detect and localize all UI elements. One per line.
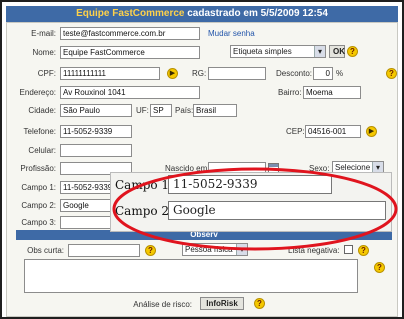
state-field[interactable]: SP: [150, 104, 172, 117]
discount-label: Desconto:: [276, 69, 313, 78]
observations-textarea[interactable]: [24, 259, 358, 293]
page-title: Equipe FastCommerce cadastrado em 5/5/20…: [6, 6, 398, 22]
zip-field[interactable]: 04516-001: [305, 125, 361, 138]
custom-field-2-label: Campo 2:: [21, 201, 56, 210]
phone-label: Telefone:: [23, 127, 56, 136]
city-label: Cidade:: [28, 106, 56, 115]
phone-field[interactable]: 11-5052-9339: [60, 125, 132, 138]
rg-field[interactable]: [208, 67, 266, 80]
help-icon[interactable]: ?: [374, 262, 385, 273]
cpf-label: CPF:: [37, 69, 56, 78]
title-company: Equipe FastCommerce: [76, 8, 185, 19]
custom-field-1-label: Campo 1:: [21, 183, 56, 192]
inforisk-button[interactable]: InfoRisk: [200, 297, 244, 310]
discount-field[interactable]: 0: [313, 67, 333, 80]
country-field[interactable]: Brasil: [193, 104, 237, 117]
profession-label: Profissão:: [20, 164, 56, 173]
name-field[interactable]: Equipe FastCommerce: [60, 46, 200, 59]
arrow-right-icon[interactable]: ▶: [167, 68, 178, 79]
help-icon[interactable]: ?: [254, 298, 265, 309]
help-icon[interactable]: ?: [347, 46, 358, 57]
address-field[interactable]: Av Rouxinol 1041: [60, 86, 200, 99]
title-middle: cadastrado em: [184, 8, 261, 19]
arrow-right-icon[interactable]: ▶: [366, 126, 377, 137]
district-label: Bairro:: [278, 88, 302, 97]
email-field[interactable]: teste@fastcommerce.com.br: [60, 27, 200, 40]
window-frame: Equipe FastCommerce cadastrado em 5/5/20…: [0, 0, 404, 319]
district-field[interactable]: Moema: [303, 86, 361, 99]
risk-analysis-label: Análise de risco:: [133, 300, 192, 309]
short-note-label: Obs curta:: [27, 246, 64, 255]
address-label: Endereço:: [19, 88, 56, 97]
state-label: UF:: [136, 106, 149, 115]
help-icon[interactable]: ?: [386, 68, 397, 79]
title-date: 5/5/2009 12:54: [260, 8, 328, 19]
cpf-field[interactable]: 11111111111: [60, 67, 160, 80]
rg-label: RG:: [192, 69, 207, 78]
mobile-label: Celular:: [28, 146, 56, 155]
country-label: País:: [175, 106, 194, 115]
custom-field-3-label: Campo 3:: [21, 218, 56, 227]
discount-unit: %: [336, 69, 344, 78]
label-type-select[interactable]: Etiqueta simples: [230, 45, 326, 58]
change-password-link[interactable]: Mudar senha: [208, 29, 255, 38]
name-label: Nome:: [32, 48, 56, 57]
email-label: E-mail:: [31, 29, 56, 38]
zip-label: CEP:: [286, 127, 305, 136]
ok-button[interactable]: OK: [329, 45, 345, 58]
mobile-field[interactable]: [60, 144, 132, 157]
highlight-ellipse: [112, 167, 398, 251]
city-field[interactable]: São Paulo: [60, 104, 132, 117]
